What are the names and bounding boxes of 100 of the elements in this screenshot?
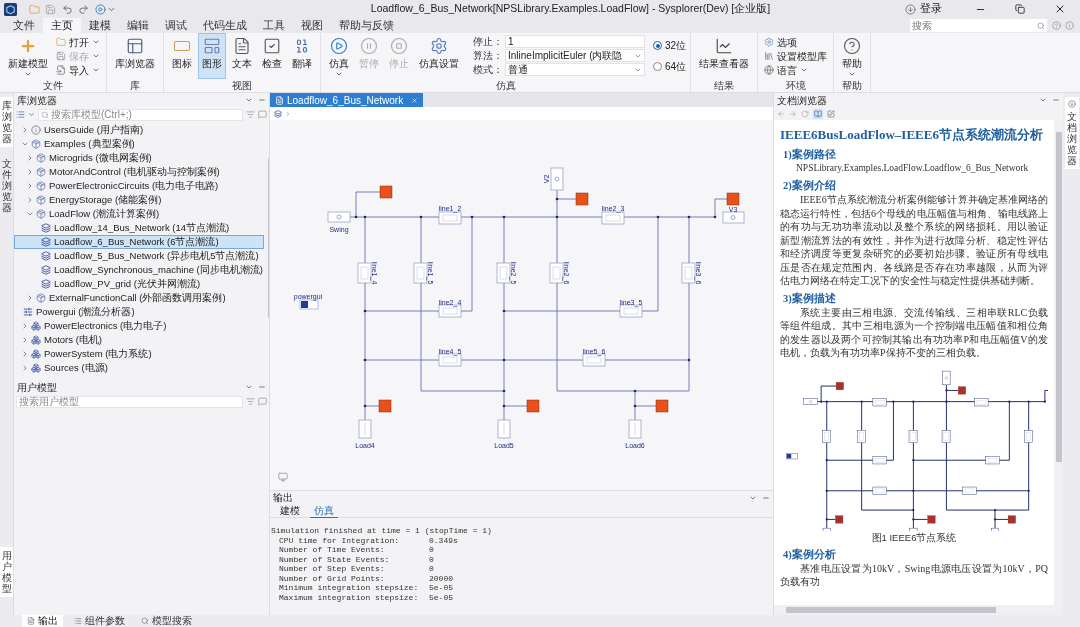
tree-item[interactable]: PowerSystem (电力系统) (14, 347, 264, 361)
menu-tab[interactable]: 工具 (255, 18, 293, 33)
tree-item[interactable]: PowerElectronics (电力电子) (14, 319, 264, 333)
bottom-tab[interactable]: 模型搜索 (136, 615, 197, 627)
radio-button[interactable] (653, 62, 662, 71)
minimize-icon[interactable] (258, 96, 266, 104)
tree-item[interactable]: Loadflow_PV_grid (光伏并网潮流) (14, 277, 264, 291)
menu-tab[interactable]: 主页 (43, 18, 81, 33)
new-model-button[interactable]: 新建模型 (4, 33, 52, 79)
open-icon[interactable] (29, 3, 40, 15)
panel-menu-icon[interactable] (245, 96, 253, 104)
menu-tab[interactable]: 调试 (157, 18, 195, 33)
text-view-button[interactable]: 文本 (228, 33, 256, 79)
group-label: 帮助 (842, 79, 863, 92)
panel-menu-icon[interactable] (245, 383, 253, 391)
chevron-down-icon[interactable] (21, 140, 29, 148)
help-icon[interactable] (1052, 21, 1061, 30)
undo-icon[interactable] (62, 3, 73, 15)
tree-item[interactable]: Loadflow_5_Bus_Network (异步电机5节点潮流) (14, 249, 264, 263)
minimize-icon[interactable] (1052, 96, 1060, 104)
search-field[interactable]: 搜索用户模型 (16, 395, 243, 408)
bottom-tab[interactable]: 输出 (22, 615, 63, 627)
tree-item[interactable]: Loadflow_6_Bus_Network (6节点潮流) (14, 235, 264, 249)
source-block (327, 211, 351, 223)
editor-tab[interactable]: Loadflow_6_Bus_Network (270, 93, 424, 107)
minimize-icon[interactable] (258, 383, 266, 391)
options-button[interactable]: 选项 (762, 35, 830, 49)
refresh-icon[interactable] (801, 109, 809, 118)
output-tab[interactable]: 仿真 (310, 504, 338, 518)
model-icon[interactable] (274, 109, 282, 118)
close-icon[interactable] (411, 96, 419, 104)
dropdown-field[interactable]: InlineImplicitEuler (内联隐 (505, 49, 645, 62)
caret-icon[interactable] (28, 111, 35, 118)
language-button[interactable]: 语言 (762, 63, 830, 77)
tree-item[interactable]: Motors (电机) (14, 333, 264, 347)
input-field[interactable]: 1 (505, 35, 645, 48)
list-icon[interactable] (16, 110, 25, 119)
model-library-button[interactable]: 设置模型库 (762, 49, 830, 63)
forward-icon[interactable] (789, 109, 797, 118)
diagram-view-button[interactable]: 图形 (198, 33, 226, 79)
log-label: Number of Grid Points: (279, 573, 386, 583)
side-tab[interactable]: 用户模型 (0, 547, 13, 597)
tree-item[interactable]: Microgrids (微电网案例) (14, 151, 264, 165)
edit-icon[interactable] (827, 109, 835, 118)
overview-icon[interactable] (278, 472, 288, 482)
side-tab[interactable]: 库浏览器 (0, 97, 13, 147)
menu-tab[interactable]: 代码生成 (195, 18, 255, 33)
comment-icon[interactable] (258, 110, 267, 119)
redo-icon[interactable] (78, 3, 89, 15)
side-tab[interactable]: 文件浏览器 (0, 155, 13, 216)
tree-item[interactable]: LoadFlow (潮流计算案例) (14, 207, 264, 221)
check-button[interactable]: 检查 (258, 33, 286, 79)
chevron-right-icon[interactable] (21, 126, 29, 134)
tree-item[interactable]: EnergyStorage (储能案例) (14, 193, 264, 207)
tree-item[interactable]: Loadflow_Synchronous_machine (同步电机潮流) (14, 263, 264, 277)
simulation-settings-button[interactable]: 仿真设置 (415, 33, 463, 79)
tree-item[interactable]: PowerElectronicCircuits (电力电子电路) (14, 179, 264, 193)
menu-tab[interactable]: 帮助与反馈 (331, 18, 402, 33)
tree-item[interactable]: UsersGuide (用户指南) (14, 123, 264, 137)
dropdown-field[interactable]: 普通 (505, 63, 645, 76)
filter-icon[interactable] (246, 110, 255, 119)
bottom-tab[interactable]: 组件参数 (69, 615, 130, 627)
search-field[interactable]: 搜索 (910, 19, 1047, 32)
login-button[interactable]: 登录 (920, 1, 942, 17)
tree-item[interactable]: MotorAndControl (电机驱动与控制案例) (14, 165, 264, 179)
back-icon[interactable] (777, 109, 785, 118)
import-button[interactable]: 导入 (54, 63, 102, 77)
open-button[interactable]: 打开 (54, 35, 102, 49)
radio-option[interactable]: 64位 (653, 59, 687, 74)
menu-tab[interactable]: 编辑 (119, 18, 157, 33)
document-view-icon[interactable] (814, 109, 822, 118)
radio-button[interactable] (653, 41, 662, 50)
info-icon[interactable] (1065, 21, 1074, 30)
radio-option[interactable]: 32位 (653, 38, 687, 53)
tree-item[interactable]: ExternalFunctionCall (外部函数调用案例) (14, 291, 264, 305)
simulate-button[interactable]: 仿真 (325, 33, 353, 79)
chevron-right-icon[interactable] (26, 294, 34, 302)
tree-item[interactable]: Powergui (潮流分析器) (14, 305, 264, 319)
comment-icon[interactable] (258, 397, 267, 406)
junction-dot (633, 404, 637, 408)
run-icon[interactable] (95, 3, 106, 15)
save-icon[interactable] (45, 3, 56, 15)
help-button[interactable]: 帮助 (838, 33, 867, 79)
result-viewer-button[interactable]: 结果查看器 (695, 33, 754, 79)
tree-item[interactable]: Examples (典型案例) (14, 137, 264, 151)
panel-menu-icon[interactable] (1039, 96, 1047, 104)
icon-view-button[interactable]: 图标 (168, 33, 196, 79)
chevron-down-icon[interactable] (26, 210, 34, 218)
output-tab[interactable]: 建模 (276, 504, 304, 518)
menu-tab[interactable]: 建模 (81, 18, 119, 33)
tree-item[interactable]: Loadflow_14_Bus_Network (14节点潮流) (14, 221, 264, 235)
menu-tab[interactable]: 文件 (5, 18, 43, 33)
filter-icon[interactable] (246, 397, 255, 406)
tree-item[interactable]: Sources (电源) (14, 361, 264, 375)
translate-button[interactable]: 翻译 (288, 33, 316, 79)
library-browser-button[interactable]: 库浏览器 (111, 33, 159, 79)
side-tab[interactable]: 文档浏览器 (1064, 97, 1079, 169)
search-field[interactable]: 搜索库模型(Ctrl+;) (38, 108, 243, 121)
menu-tab[interactable]: 视图 (293, 18, 331, 33)
check-icon (263, 37, 281, 55)
